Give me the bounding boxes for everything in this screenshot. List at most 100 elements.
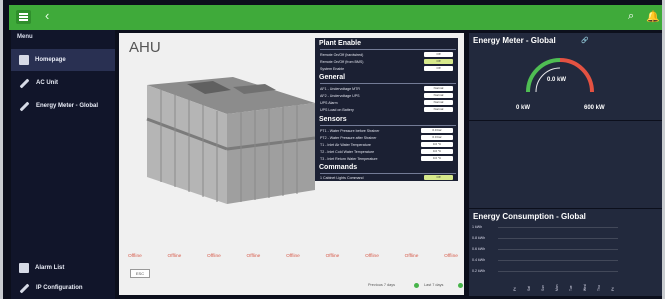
sidebar-item-label: IP Configuration <box>36 285 83 291</box>
pencil-icon <box>19 101 30 111</box>
x-tick: Fri <box>513 287 517 291</box>
divider <box>320 125 456 126</box>
plant-enable-row-label: Remote On/Off (hardwired) <box>320 53 364 57</box>
sensor-row-label: T3 - Inlet Return Water Temperature <box>320 157 378 161</box>
sidebar-item-label: AC Unit <box>36 80 58 86</box>
y-tick: 0.2 kWh <box>472 269 486 273</box>
x-tick: Wed <box>583 284 587 291</box>
plant-enable-title: Plant Enable <box>319 40 362 47</box>
status-badge: Offline <box>404 254 419 259</box>
energy-meter-panel: Energy Meter - Global 🔗 0.0 kW 0 kW 600 … <box>469 33 662 120</box>
general-row-label: AF2 - Undervoltage UPS <box>320 94 360 98</box>
command-row-label: 1 Cabinet Lights Command <box>320 176 364 180</box>
divider <box>320 173 456 174</box>
energy-consumption-panel: Energy Consumption - Global 1 kWh 0.8 kW… <box>469 209 662 296</box>
last-status-dot <box>458 283 463 288</box>
gauge-center-value: 0.0 kW <box>547 77 567 83</box>
pencil-icon <box>19 283 30 293</box>
general-row-label: UPS Load on Battery <box>320 108 354 112</box>
plant-enable-row-label: Remote On/Off (from BMS) <box>320 60 364 64</box>
status-badge: Offline <box>128 254 142 259</box>
sensor-row-label: T2 - Inlet Cold Water Temperature <box>320 150 375 154</box>
gridline <box>498 249 618 250</box>
gridline <box>498 238 618 239</box>
plant-enable-value[interactable]: Off <box>424 66 453 71</box>
gridline <box>498 260 618 261</box>
escape-button[interactable]: ESC <box>130 269 150 278</box>
x-tick: Sun <box>541 285 545 291</box>
sidebar-item-label: Homepage <box>35 57 66 63</box>
last-days-label: Last 7 days <box>424 283 444 287</box>
home-icon <box>19 55 29 65</box>
gauge-max: 600 kW <box>584 105 605 111</box>
plant-enable-value[interactable]: Off <box>424 59 453 64</box>
middle-panel <box>469 121 662 208</box>
sensor-row-label: T1 - Inlet Air Water Temperature <box>320 143 371 147</box>
sidebar-item-alarm-list[interactable]: Alarm List <box>11 257 115 279</box>
status-badge: Offline <box>167 254 182 259</box>
sidebar-item-label: Energy Meter - Global <box>36 103 99 109</box>
status-row: Offline Offline Offline Offline Offline … <box>128 254 458 259</box>
sensors-title: Sensors <box>319 116 347 123</box>
y-tick: 1 kWh <box>472 225 483 229</box>
general-title: General <box>319 74 346 81</box>
status-badge: Offline <box>325 254 340 259</box>
sensor-row-label: PT2 - Water Pressure after Strainer <box>320 136 377 140</box>
general-value: Normal <box>424 86 453 91</box>
link-icon[interactable]: 🔗 <box>581 37 588 44</box>
energy-meter-title: Energy Meter - Global <box>473 36 556 45</box>
previous-status-dot <box>414 283 419 288</box>
sensor-value: 0.0 bar <box>421 135 453 140</box>
bell-icon[interactable]: 🔔 <box>646 10 660 23</box>
app-frame: ‹ ⌕ 🔔 Menu Homepage AC Unit Energy Meter… <box>3 0 662 299</box>
status-badge: Offline <box>365 254 379 259</box>
sensor-value: 0.0 bar <box>421 128 453 133</box>
general-row-label: AF1 - Undervoltage MTR <box>320 87 360 91</box>
energy-consumption-title: Energy Consumption - Global <box>473 212 586 221</box>
status-badge: Offline <box>207 254 221 259</box>
x-tick: Fri <box>611 287 615 291</box>
command-value[interactable]: Off <box>424 175 453 180</box>
alarm-icon <box>19 263 29 273</box>
search-icon[interactable]: ⌕ <box>628 10 634 23</box>
gridline <box>498 271 618 272</box>
ahu-building-illustration <box>146 77 316 204</box>
main-content: AHU Plant Enable Remote On/Off (hardwire… <box>119 33 464 295</box>
sensor-row-label: PT1 - Water Pressure before Strainer <box>320 129 380 133</box>
sidebar-item-ip-configuration[interactable]: IP Configuration <box>11 277 115 299</box>
status-badge: Offline <box>444 254 458 259</box>
sensor-value: 0.0 °C <box>421 149 453 154</box>
hamburger-menu-icon[interactable] <box>16 10 31 24</box>
y-tick: 0.8 kWh <box>472 236 486 240</box>
page-title: AHU <box>129 39 161 56</box>
pencil-icon <box>19 78 30 88</box>
general-value: Normal <box>424 107 453 112</box>
sensor-value: 0.0 °C <box>421 156 453 161</box>
sensor-value: 0.0 °C <box>421 142 453 147</box>
status-badge: Offline <box>286 254 300 259</box>
general-row-label: UPS Alarm <box>320 101 338 105</box>
plant-enable-value[interactable]: Off <box>424 52 453 57</box>
previous-days-label: Previous 7 days <box>368 283 396 287</box>
sidebar-item-label: Alarm List <box>35 265 65 271</box>
divider <box>320 83 456 84</box>
x-tick: Sat <box>527 286 531 291</box>
x-tick: Thu <box>597 285 601 291</box>
sidebar-menu-title: Menu <box>17 34 33 40</box>
gridline <box>498 227 618 228</box>
commands-title: Commands <box>319 164 358 171</box>
x-tick: Tue <box>569 285 573 291</box>
divider <box>320 49 456 50</box>
sidebar-item-homepage[interactable]: Homepage <box>11 49 115 71</box>
general-value: Normal <box>424 100 453 105</box>
energy-gauge <box>526 58 594 93</box>
chevron-left-icon[interactable]: ‹ <box>45 8 49 23</box>
plant-status-panel: Plant Enable Remote On/Off (hardwired) O… <box>315 38 458 181</box>
y-tick: 0.4 kWh <box>472 258 486 262</box>
sidebar-item-ac-unit[interactable]: AC Unit <box>11 72 115 94</box>
y-tick: 0.6 kWh <box>472 247 486 251</box>
gauge-min: 0 kW <box>516 105 531 111</box>
sidebar-item-energy-meter-global[interactable]: Energy Meter - Global <box>11 95 115 117</box>
x-tick: Mon <box>555 284 559 291</box>
plant-enable-row-label: System Enable <box>320 67 345 71</box>
